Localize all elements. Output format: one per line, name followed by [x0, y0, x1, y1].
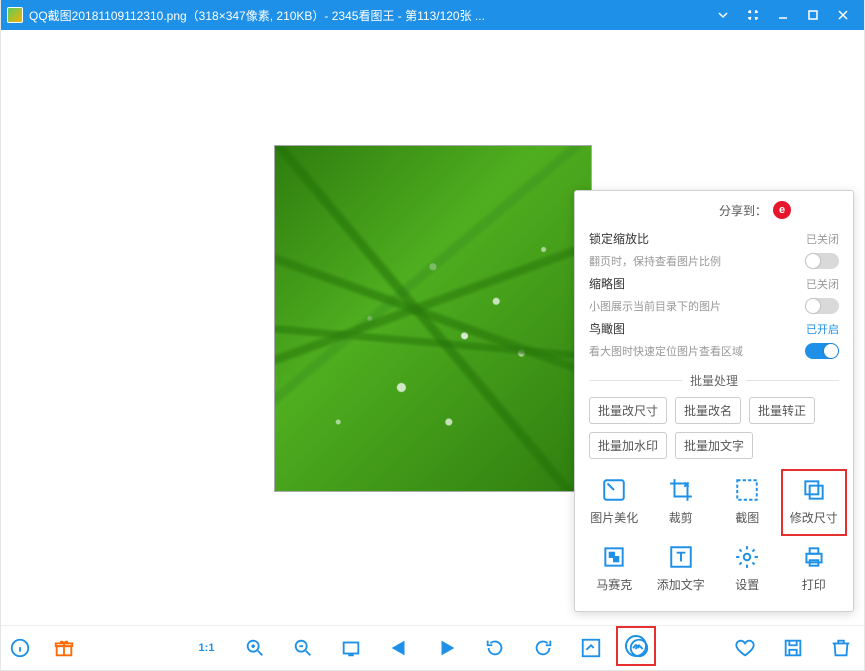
birdview-sub-row: 看大图时快速定位图片查看区域 [589, 340, 839, 362]
lock-zoom-title: 锁定缩放比 [589, 230, 649, 247]
chevron-up-icon [625, 635, 647, 657]
lock-zoom-sub-row: 翻页时，保持查看图片比例 [589, 250, 839, 272]
batch-section-title: 批量处理 [575, 372, 853, 389]
app-icon [7, 7, 23, 23]
share-row: 分享到： e ℯ ★ [575, 201, 853, 227]
titlebar: QQ截图20181109112310.png（318×347像素, 210KB）… [1, 0, 864, 30]
maximize-button[interactable] [798, 0, 828, 30]
options-popup: 分享到： e ℯ ★ 锁定缩放比 已关闭 翻页时，保持查看图片比例 缩略图 已关… [574, 190, 854, 612]
gift-button[interactable] [51, 635, 77, 661]
rotate-right-button[interactable] [530, 635, 556, 661]
dropdown-button[interactable] [708, 0, 738, 30]
highlight-box [616, 626, 656, 666]
favorite-icon[interactable]: ★ [821, 201, 839, 219]
birdview-state: 已开启 [806, 321, 839, 337]
resize-tool[interactable]: 修改尺寸 [781, 469, 848, 536]
close-button[interactable] [828, 0, 858, 30]
batch-addtext-button[interactable]: 批量加文字 [675, 432, 753, 459]
screenshot-tool[interactable]: 截图 [714, 469, 781, 536]
next-button[interactable] [434, 635, 460, 661]
batch-resize-button[interactable]: 批量改尺寸 [589, 397, 667, 424]
batch-rotate-button[interactable]: 批量转正 [749, 397, 815, 424]
delete-button[interactable] [828, 635, 854, 661]
titlebar-buttons [708, 0, 858, 30]
thumbnail-title: 缩略图 [589, 275, 625, 292]
fullscreen-button[interactable] [738, 0, 768, 30]
fit-screen-button[interactable] [338, 635, 364, 661]
birdview-row: 鸟瞰图 已开启 [589, 317, 839, 340]
beautify-tool[interactable]: 图片美化 [581, 469, 648, 536]
birdview-sub: 看大图时快速定位图片查看区域 [589, 343, 743, 359]
rotate-left-button[interactable] [482, 635, 508, 661]
weibo-icon[interactable]: e [773, 201, 791, 219]
bottom-toolbar: 1:1 [1, 625, 864, 670]
batch-watermark-button[interactable]: 批量加水印 [589, 432, 667, 459]
batch-rename-button[interactable]: 批量改名 [675, 397, 741, 424]
settings-tool[interactable]: 设置 [714, 536, 781, 603]
thumbnail-row: 缩略图 已关闭 [589, 272, 839, 295]
thumbnail-sub-row: 小图展示当前目录下的图片 [589, 295, 839, 317]
displayed-image[interactable] [274, 145, 592, 492]
window-title: QQ截图20181109112310.png（318×347像素, 210KB）… [29, 7, 708, 24]
tool-grid: 图片美化 裁剪 截图 修改尺寸 马赛克 添加文字 [575, 463, 853, 603]
addtext-tool[interactable]: 添加文字 [648, 536, 715, 603]
batch-buttons: 批量改尺寸 批量改名 批量转正 批量加水印 批量加文字 [575, 397, 853, 463]
lock-zoom-toggle[interactable] [805, 253, 839, 269]
options-list: 锁定缩放比 已关闭 翻页时，保持查看图片比例 缩略图 已关闭 小图展示当前目录下… [575, 227, 853, 362]
crop-tool[interactable]: 裁剪 [648, 469, 715, 536]
mosaic-tool[interactable]: 马赛克 [581, 536, 648, 603]
prev-button[interactable] [386, 635, 412, 661]
edit-button[interactable] [578, 635, 604, 661]
print-tool[interactable]: 打印 [781, 536, 848, 603]
thumbnail-state: 已关闭 [806, 276, 839, 292]
birdview-toggle[interactable] [805, 343, 839, 359]
lock-zoom-state: 已关闭 [806, 231, 839, 247]
lock-zoom-sub: 翻页时，保持查看图片比例 [589, 253, 721, 269]
minimize-button[interactable] [768, 0, 798, 30]
one-to-one-button[interactable]: 1:1 [194, 635, 220, 661]
thumbnail-sub: 小图展示当前目录下的图片 [589, 298, 721, 314]
like-button[interactable] [732, 635, 758, 661]
lock-zoom-row: 锁定缩放比 已关闭 [589, 227, 839, 250]
info-button[interactable] [7, 635, 33, 661]
qq-icon[interactable]: ℯ [797, 201, 815, 219]
zoom-out-button[interactable] [290, 635, 316, 661]
app-window: QQ截图20181109112310.png（318×347像素, 210KB）… [0, 0, 865, 671]
birdview-title: 鸟瞰图 [589, 320, 625, 337]
zoom-in-button[interactable] [242, 635, 268, 661]
share-label: 分享到： [719, 202, 767, 219]
save-button[interactable] [780, 635, 806, 661]
thumbnail-toggle[interactable] [805, 298, 839, 314]
